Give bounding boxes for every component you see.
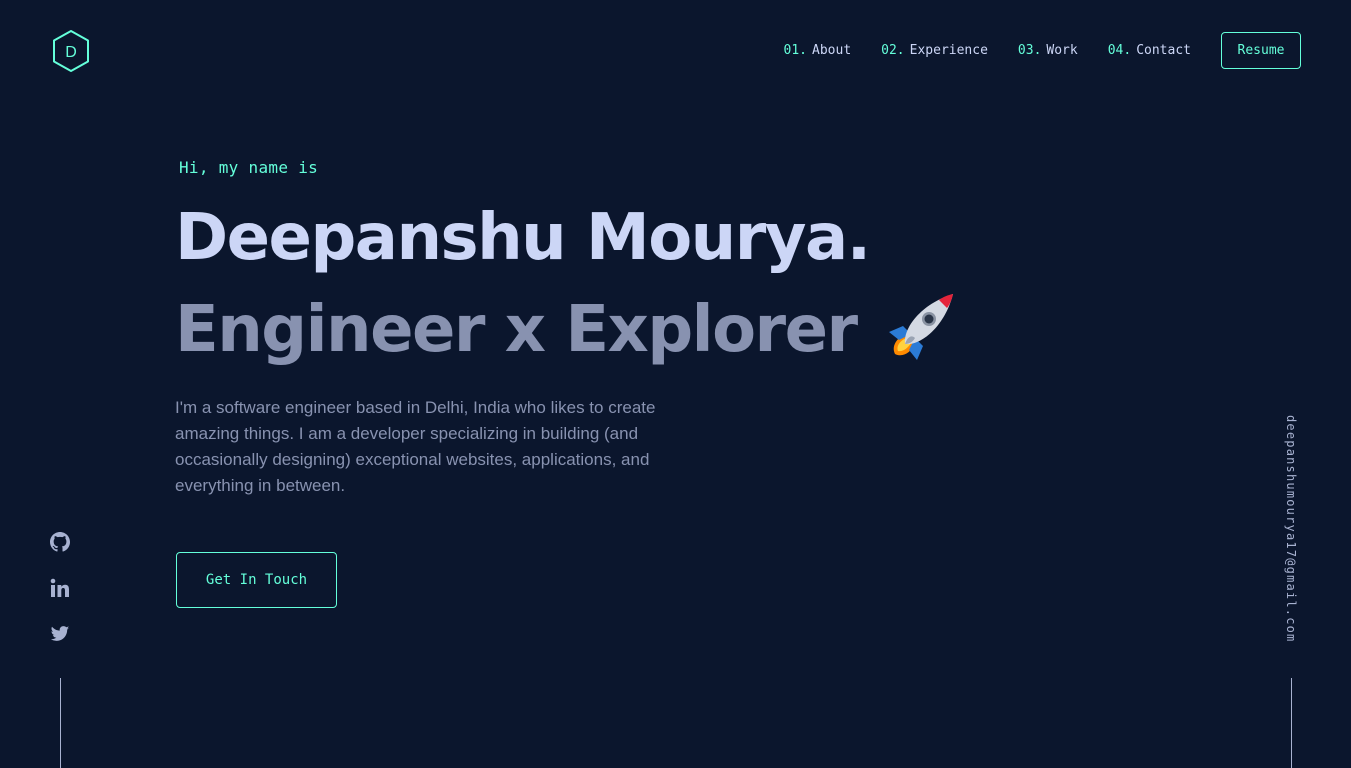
nav-label: Contact [1136, 43, 1191, 58]
twitter-link[interactable] [50, 624, 70, 644]
hero-tagline-text: Engineer x Explorer [175, 293, 858, 367]
nav-item-about[interactable]: 01. About [784, 43, 852, 58]
hexagon-logo-icon: D [53, 30, 89, 72]
twitter-icon [50, 626, 70, 641]
nav-number: 04. [1107, 43, 1132, 58]
hero-bio: I'm a software engineer based in Delhi, … [175, 398, 656, 495]
get-in-touch-button[interactable]: Get In Touch [176, 552, 337, 608]
hero-name: Deepanshu Mourya. [175, 201, 871, 275]
rocket-icon [881, 288, 961, 368]
logo[interactable]: D [51, 29, 91, 73]
nav-number: 02. [881, 43, 905, 58]
nav-item-contact[interactable]: 04. Contact [1108, 43, 1191, 58]
github-icon [50, 532, 70, 552]
nav-label: Work [1046, 43, 1078, 58]
nav-number: 01. [783, 43, 808, 58]
logo-letter: D [65, 44, 77, 61]
right-rail-line [1291, 678, 1292, 768]
nav-number: 03. [1017, 43, 1042, 58]
linkedin-icon [50, 578, 69, 597]
nav-label: Experience [909, 43, 988, 58]
linkedin-link[interactable] [50, 578, 70, 598]
main-nav: 01. About 02. Experience 03. Work 04. Contac… [784, 31, 1301, 70]
left-rail-line [60, 678, 61, 768]
nav-item-experience[interactable]: 02. Experience [881, 43, 988, 58]
hero-tagline: Engineer x Explorer [175, 288, 961, 372]
email-link[interactable]: deepanshumourya17@gmail.com [1284, 415, 1298, 642]
nav-item-work[interactable]: 03. Work [1018, 43, 1078, 58]
nav-label: About [812, 43, 852, 58]
hero-greeting: Hi, my name is [179, 158, 319, 177]
github-link[interactable] [50, 532, 70, 552]
resume-button[interactable]: Resume [1221, 32, 1301, 69]
social-links [50, 532, 70, 670]
